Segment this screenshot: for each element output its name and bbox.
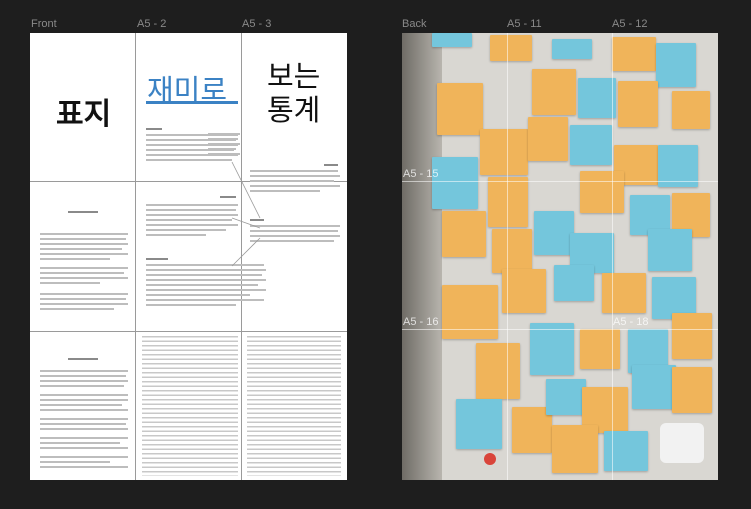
frame-divider (402, 181, 718, 182)
sticky-note (492, 229, 532, 273)
sticky-note (580, 329, 620, 369)
article-text-block (247, 336, 341, 476)
sticky-note (672, 91, 710, 129)
sticky-note (554, 265, 594, 301)
a5-3-frame-label[interactable]: A5 - 3 (242, 18, 271, 30)
sticky-note (656, 43, 696, 87)
sticky-note (552, 425, 598, 473)
paper-crumple (660, 423, 704, 463)
a5-11-frame-label[interactable]: A5 - 11 (507, 18, 542, 30)
sticky-note (480, 129, 528, 175)
sticky-note (502, 269, 546, 313)
back-photo[interactable]: A5 - 15 A5 - 16 A5 - 18 (402, 33, 718, 480)
frame-divider (135, 33, 136, 480)
sticky-note (552, 39, 592, 59)
sticky-note (632, 365, 676, 409)
sticky-note (612, 37, 656, 71)
sticky-note (602, 273, 646, 313)
sticky-note (432, 157, 478, 209)
connector-lines (231, 161, 261, 267)
sticky-note (604, 431, 648, 471)
title-text-3: 통계 (267, 93, 321, 127)
sticky-note (546, 379, 586, 415)
sticky-note (432, 33, 472, 47)
sticky-note (672, 367, 712, 413)
sticky-note (456, 399, 502, 449)
front-board[interactable]: 표지 재미로 보는 통계 (30, 33, 347, 480)
article-text-block (40, 211, 128, 321)
front-frame-label[interactable]: Front (31, 18, 57, 30)
sticky-note (488, 177, 528, 227)
a5-12-frame-label[interactable]: A5 - 12 (612, 18, 647, 30)
sticky-note (530, 323, 574, 375)
sticky-note (532, 69, 576, 115)
sticky-note (580, 171, 624, 213)
frame-divider (30, 331, 347, 332)
sticky-note (442, 285, 498, 339)
sticky-note (476, 343, 520, 399)
a5-16-overlay-label: A5 - 16 (403, 316, 439, 328)
frame-divider (402, 329, 718, 330)
sticky-note (578, 78, 616, 118)
article-text-block (146, 196, 238, 256)
cover-title: 표지 (56, 97, 112, 132)
frame-divider (612, 33, 613, 480)
title-underline (146, 101, 238, 104)
frame-divider (507, 33, 508, 480)
sticky-note (672, 313, 712, 359)
wall-shading (402, 33, 442, 480)
sticky-note (528, 117, 568, 161)
sticky-note (618, 81, 658, 127)
a5-18-overlay-label: A5 - 18 (613, 316, 649, 328)
sticky-note (570, 125, 612, 165)
sticky-note (534, 211, 574, 255)
sticky-note (648, 229, 692, 271)
article-text-block (40, 358, 128, 473)
a5-2-frame-label[interactable]: A5 - 2 (137, 18, 166, 30)
sticky-note (437, 83, 483, 135)
a5-15-overlay-label: A5 - 15 (403, 168, 439, 180)
red-sticker (484, 453, 496, 465)
article-text-block (142, 336, 238, 476)
back-frame-label[interactable]: Back (402, 18, 426, 30)
sticky-note (442, 211, 486, 257)
sticky-note (490, 35, 532, 61)
